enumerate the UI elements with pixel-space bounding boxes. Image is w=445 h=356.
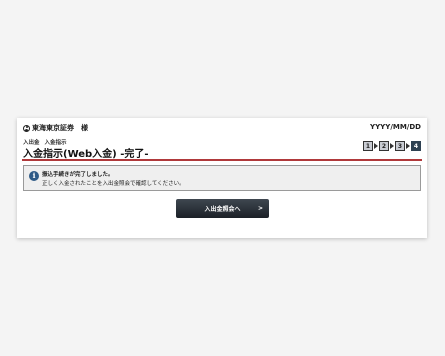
step-2: 2: [379, 141, 389, 151]
chevron-right-icon: >: [257, 205, 263, 212]
step-arrow-icon: [390, 143, 394, 149]
user-info: 東海東京証券 様: [23, 123, 88, 133]
user-honorific: 様: [81, 124, 88, 132]
step-arrow-icon: [374, 143, 378, 149]
user-icon: [23, 124, 30, 132]
message-detail: 正しく入金されたことを入出金照会で確認してください。: [42, 181, 185, 187]
step-3: 3: [395, 141, 405, 151]
deposit-inquiry-button[interactable]: 入出金照会へ >: [176, 199, 269, 218]
title-divider: [22, 159, 422, 161]
step-arrow-icon: [406, 143, 410, 149]
step-1: 1: [363, 141, 373, 151]
button-label: 入出金照会へ: [204, 206, 241, 213]
user-name: 東海東京証券: [32, 124, 74, 132]
step-4-current: 4: [411, 141, 421, 151]
page-title: 入金指示(Web入金) -完了-: [23, 149, 149, 160]
step-indicator: 1 2 3 4: [363, 141, 421, 151]
completion-message: i 振込手続きが完了しました。 正しく入金されたことを入出金照会で確認してくださ…: [23, 165, 421, 191]
completion-panel: 東海東京証券 様 YYYY/MM/DD 入出金 入金指示 入金指示(Web入金)…: [17, 118, 427, 238]
message-heading: 振込手続きが完了しました。: [42, 172, 114, 178]
current-date: YYYY/MM/DD: [370, 123, 421, 131]
info-icon: i: [29, 171, 39, 181]
